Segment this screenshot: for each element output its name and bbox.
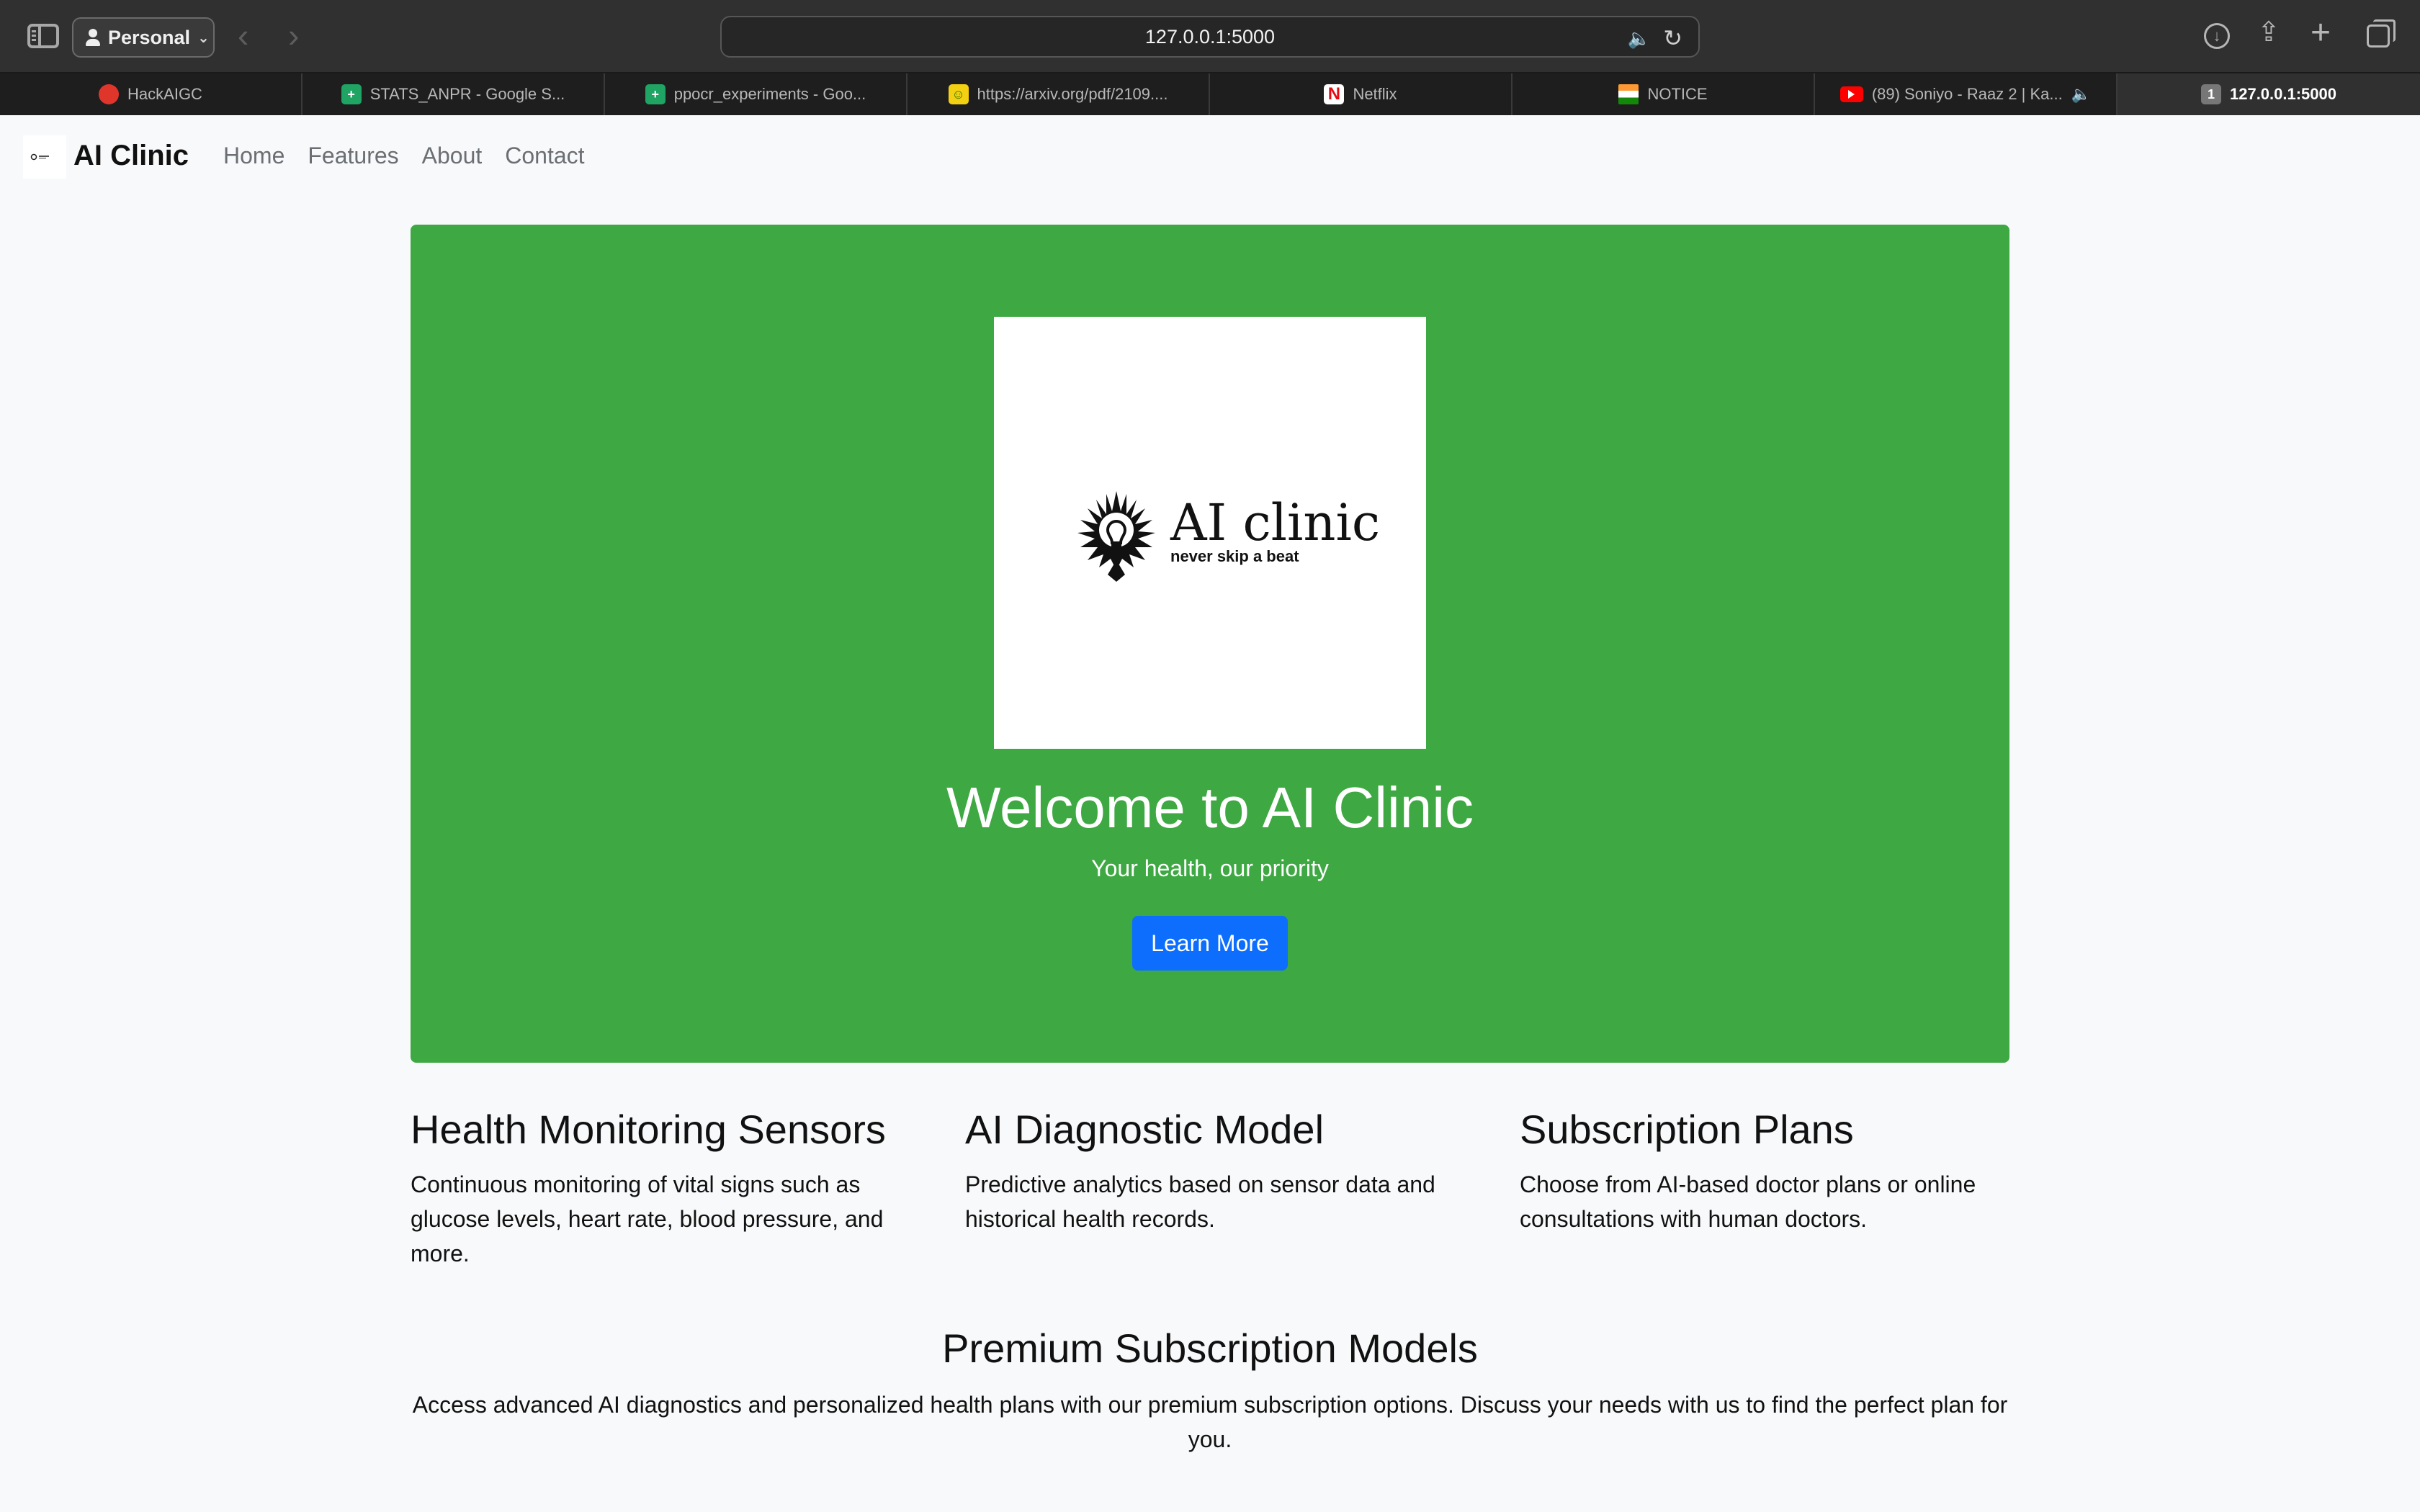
tab-label: NOTICE (1647, 85, 1708, 103)
hero-section: AI clinic never skip a beat Welcome to A… (411, 225, 2009, 1063)
youtube-icon (1839, 86, 1863, 102)
google-sheets-icon: + (341, 84, 362, 104)
premium-section: Premium Subscription Models Access advan… (411, 1325, 2009, 1457)
chevron-down-icon: ⌄ (197, 30, 210, 46)
tab-localhost[interactable]: 1 127.0.0.1:5000 (2118, 73, 2420, 115)
tab-label: 127.0.0.1:5000 (2229, 85, 2337, 103)
feature-subscription-plans: Subscription Plans Choose from AI-based … (1520, 1106, 2009, 1271)
share-icon[interactable]: ⇪ (2257, 16, 2280, 48)
tab-label: Netflix (1353, 85, 1397, 103)
logo-wordmark: AI clinic (1170, 493, 1381, 552)
tab-netflix[interactable]: N Netflix (1210, 73, 1512, 115)
learn-more-button[interactable]: Learn More (1132, 916, 1288, 971)
tab-youtube[interactable]: (89) Soniyo - Raaz 2 | Ka... 🔈 (1815, 73, 2118, 115)
logo-tagline: never skip a beat (1170, 547, 1299, 565)
feature-title: Subscription Plans (1520, 1107, 1854, 1152)
tab-number-icon: 1 (2200, 84, 2221, 104)
nav-link-features[interactable]: Features (308, 143, 398, 169)
url-text: 127.0.0.1:5000 (1144, 25, 1276, 48)
ai-clinic-logo: AI clinic never skip a beat (994, 317, 1426, 749)
web-page: AI Clinic Home Features About Contact AI… (0, 115, 2420, 1512)
tab-ppocr-experiments[interactable]: + ppocr_experiments - Goo... (605, 73, 908, 115)
tab-arxiv[interactable]: ☺ https://arxiv.org/pdf/2109.... (908, 73, 1210, 115)
nav-link-contact[interactable]: Contact (505, 143, 584, 169)
feature-text: Continuous monitoring of vital signs suc… (411, 1171, 884, 1266)
tab-overview-icon[interactable] (2367, 19, 2396, 48)
tab-label: HackAIGC (127, 85, 202, 103)
tab-label: https://arxiv.org/pdf/2109.... (977, 85, 1168, 103)
tab-hackaigc[interactable]: HackAIGC (0, 73, 302, 115)
india-flag-icon (1618, 84, 1639, 104)
feature-text: Choose from AI-based doctor plans or onl… (1520, 1171, 1976, 1232)
hero-title: Welcome to AI Clinic (946, 775, 1474, 840)
tab-label: STATS_ANPR - Google S... (369, 85, 565, 103)
nav-link-about[interactable]: About (422, 143, 483, 169)
brand-name[interactable]: AI Clinic (73, 140, 189, 172)
nav-link-home[interactable]: Home (223, 143, 284, 169)
feature-ai-diagnostic: AI Diagnostic Model Predictive analytics… (965, 1106, 1455, 1271)
address-bar[interactable]: 127.0.0.1:5000 🔈 ↻ (720, 16, 1700, 58)
tab-audio-icon[interactable]: 🔈 (2071, 85, 2091, 104)
feature-health-monitoring: Health Monitoring Sensors Continuous mon… (411, 1106, 900, 1271)
google-sheets-icon: + (645, 84, 666, 104)
person-icon (85, 28, 101, 47)
profile-label: Personal (108, 26, 191, 48)
feature-title: Health Monitoring Sensors (411, 1107, 886, 1152)
brand-logo[interactable] (23, 135, 66, 179)
tab-strip: HackAIGC + STATS_ANPR - Google S... + pp… (0, 73, 2420, 115)
sidebar-toggle-icon[interactable] (27, 24, 59, 48)
features-section: Health Monitoring Sensors Continuous mon… (411, 1106, 2009, 1271)
hackaigc-icon (99, 84, 120, 104)
lightbulb-burst-icon (1077, 491, 1155, 582)
feature-text: Predictive analytics based on sensor dat… (965, 1171, 1435, 1232)
tab-label: ppocr_experiments - Goo... (673, 85, 866, 103)
tab-notice[interactable]: NOTICE (1512, 73, 1815, 115)
arxiv-icon: ☺ (948, 84, 969, 104)
browser-toolbar: Personal ⌄ ‹ › 127.0.0.1:5000 🔈 ↻ ↓ ⇪ + (0, 0, 2420, 73)
profile-button[interactable]: Personal ⌄ (72, 17, 215, 58)
site-navbar: AI Clinic Home Features About Contact (0, 115, 2420, 194)
speaker-icon[interactable]: 🔈 (1628, 27, 1651, 50)
premium-title: Premium Subscription Models (942, 1326, 1478, 1371)
download-icon[interactable]: ↓ (2204, 23, 2230, 49)
feature-title: AI Diagnostic Model (965, 1107, 1325, 1152)
forward-arrow-icon[interactable]: › (288, 16, 299, 55)
new-tab-icon[interactable]: + (2311, 13, 2331, 53)
tab-label: (89) Soniyo - Raaz 2 | Ka... (1871, 85, 2063, 103)
tab-stats-anpr[interactable]: + STATS_ANPR - Google S... (302, 73, 605, 115)
reload-icon[interactable]: ↻ (1663, 24, 1682, 52)
back-arrow-icon[interactable]: ‹ (238, 16, 248, 55)
premium-text: Access advanced AI diagnostics and perso… (412, 1392, 2008, 1452)
hero-subtitle: Your health, our priority (1091, 855, 1329, 881)
netflix-icon: N (1324, 84, 1345, 104)
nav-links: Home Features About Contact (223, 143, 585, 169)
